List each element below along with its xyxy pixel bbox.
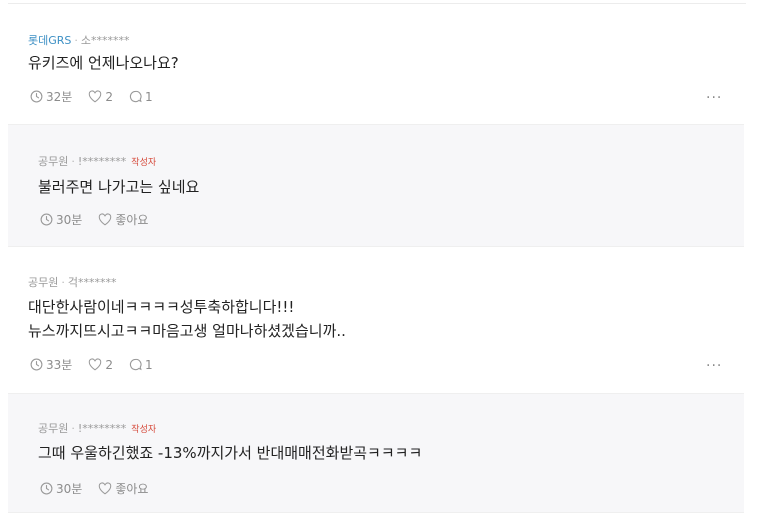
time-value: 32분 xyxy=(46,90,73,104)
author-name: !******** xyxy=(77,155,127,168)
time-stat: 33분 xyxy=(30,356,72,373)
clock-icon xyxy=(40,213,53,226)
like-button[interactable]: 좋아요 xyxy=(98,211,148,228)
company-name: 공무원 xyxy=(38,155,69,168)
clock-icon xyxy=(30,358,43,371)
reply-button[interactable]: 1 xyxy=(129,90,153,104)
clock-icon xyxy=(40,482,53,495)
comment-meta: 공무원 · !******** 작성자 xyxy=(38,153,156,169)
reply-item: 공무원 · !******** 작성자 그때 우울하긴했죠 -13%까지가서 반대매매… xyxy=(8,393,744,513)
like-button[interactable]: 2 xyxy=(88,90,113,104)
comment-text-line: 대단한사람이네ㅋㅋㅋㅋ성투축하합니다!!! xyxy=(28,298,295,316)
heart-icon xyxy=(89,90,102,103)
author-badge: 작성자 xyxy=(131,158,157,168)
company-name: 공무원 xyxy=(28,276,59,289)
comment-stats: 30분 좋아요 xyxy=(40,480,164,497)
comment-text-line: 그때 우울하긴했죠 -13%까지가서 반대매매전화받곡ㅋㅋㅋㅋ xyxy=(38,444,423,462)
reply-item: 공무원 · !******** 작성자 불러주면 나가고는 싶네요 30분 좋아요 xyxy=(8,124,744,247)
comment-text: 대단한사람이네ㅋㅋㅋㅋ성투축하합니다!!! 뉴스까지뜨시고ㅋㅋ마음고생 얼마나하… xyxy=(28,295,346,343)
comment-meta: 롯데GRS · 소******* xyxy=(28,32,130,48)
heart-icon xyxy=(89,358,102,371)
comment-stats: 32분 2 1 xyxy=(30,88,169,105)
comment-text-line: 불러주면 나가고는 싶네요 xyxy=(38,178,200,196)
comment-text: 유키즈에 언제나오나요? xyxy=(28,51,179,75)
author-name: !******** xyxy=(77,422,127,435)
meta-separator: · xyxy=(61,276,65,289)
clock-icon xyxy=(30,90,43,103)
comment-text: 불러주면 나가고는 싶네요 xyxy=(38,175,199,199)
comment-text: 그때 우울하긴했죠 -13%까지가서 반대매매전화받곡ㅋㅋㅋㅋ xyxy=(38,441,422,465)
meta-separator: · xyxy=(74,34,78,47)
comment-stats: 33분 2 1 xyxy=(30,356,169,373)
like-label: 좋아요 xyxy=(115,213,149,227)
reply-button[interactable]: 1 xyxy=(129,358,153,372)
like-count: 2 xyxy=(105,89,113,104)
comment-bubble-icon xyxy=(129,90,142,103)
time-stat: 32분 xyxy=(30,88,72,105)
comment-stats: 30분 좋아요 xyxy=(40,211,164,228)
meta-separator: · xyxy=(71,155,75,168)
heart-icon xyxy=(99,213,112,226)
company-name: 공무원 xyxy=(38,422,69,435)
like-button[interactable]: 좋아요 xyxy=(98,480,148,497)
heart-icon xyxy=(99,482,112,495)
like-label: 좋아요 xyxy=(115,482,149,496)
reply-count: 1 xyxy=(144,357,153,372)
author-badge: 작성자 xyxy=(131,425,157,435)
comment-text-line: 유키즈에 언제나오나요? xyxy=(28,54,179,72)
like-count: 2 xyxy=(105,357,113,372)
more-options-button[interactable]: ··· xyxy=(706,358,722,374)
company-name[interactable]: 롯데GRS xyxy=(28,34,71,47)
comment-meta: 공무원 · 걱******* xyxy=(28,274,117,290)
time-stat: 30분 xyxy=(40,480,82,497)
comment-item: 롯데GRS · 소******* 유키즈에 언제나오나요? 32분 2 1 ··· xyxy=(8,4,744,124)
more-options-button[interactable]: ··· xyxy=(706,90,722,106)
author-name: 걱******* xyxy=(67,276,117,289)
time-stat: 30분 xyxy=(40,211,82,228)
time-value: 30분 xyxy=(56,213,83,227)
author-name: 소******* xyxy=(80,34,130,47)
time-value: 30분 xyxy=(56,482,83,496)
reply-count: 1 xyxy=(144,89,153,104)
meta-separator: · xyxy=(71,422,75,435)
comment-text-line: 뉴스까지뜨시고ㅋㅋ마음고생 얼마나하셨겠습니까.. xyxy=(28,322,346,340)
comment-item: 공무원 · 걱******* 대단한사람이네ㅋㅋㅋㅋ성투축하합니다!!! 뉴스까지뜨… xyxy=(8,247,744,393)
like-button[interactable]: 2 xyxy=(88,358,113,372)
comment-meta: 공무원 · !******** 작성자 xyxy=(38,420,156,436)
time-value: 33분 xyxy=(46,358,73,372)
comment-bubble-icon xyxy=(129,358,142,371)
